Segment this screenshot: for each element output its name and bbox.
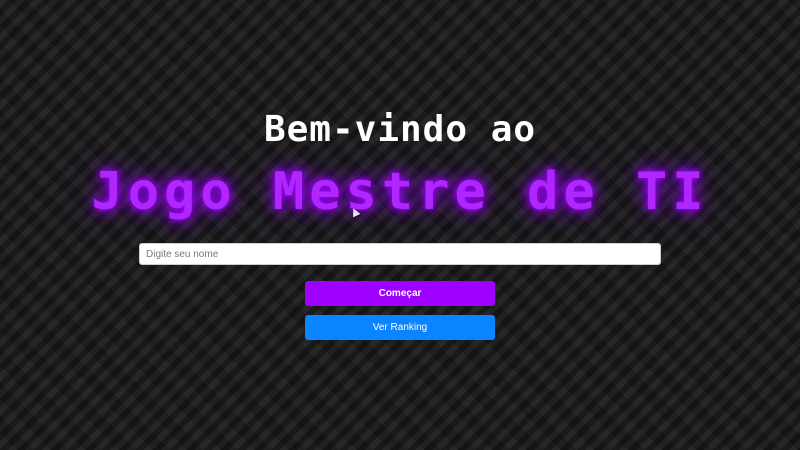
player-name-input[interactable] [139, 243, 661, 265]
view-ranking-button[interactable]: Ver Ranking [305, 315, 495, 340]
game-title: Jogo Mestre de TI [91, 162, 709, 222]
welcome-screen: Bem-vindo ao Jogo Mestre de TI Começar V… [0, 0, 800, 450]
welcome-heading: Bem-vindo ao [263, 109, 537, 150]
start-button[interactable]: Começar [305, 281, 495, 306]
